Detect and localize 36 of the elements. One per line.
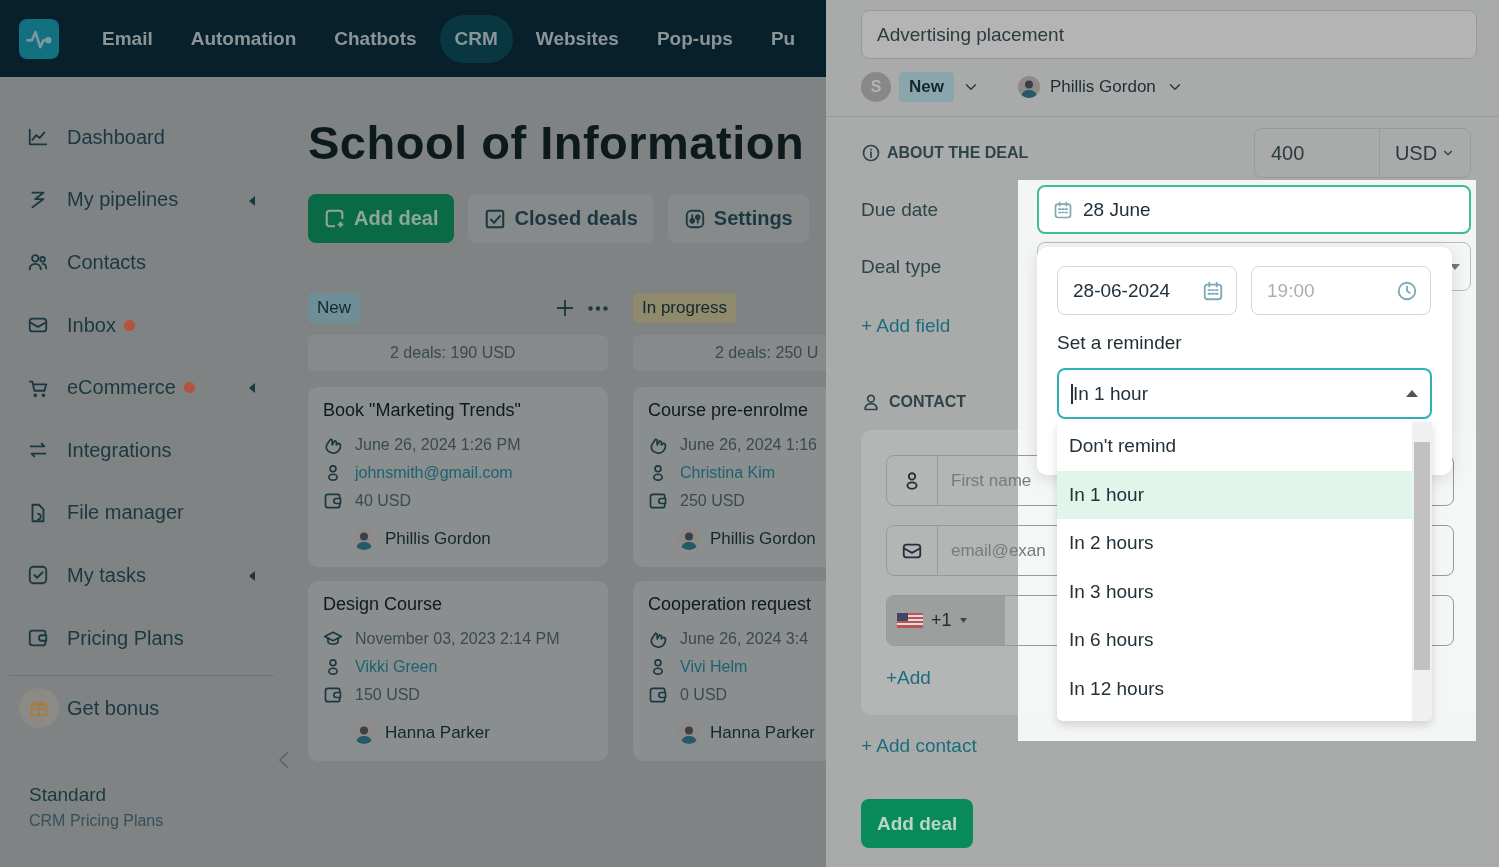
sidebar-label: Contacts (67, 251, 146, 274)
deal-title: Design Course (323, 594, 444, 615)
deal-amount: 250 USD (680, 492, 745, 510)
field-label: Deal type (861, 255, 943, 278)
page-title: School of Information (308, 115, 806, 170)
owner-name: Phillis Gordon (710, 529, 816, 549)
sidebar-label: Inbox (67, 313, 116, 337)
deal-amount: 40 USD (355, 492, 412, 510)
sidebar-label: eCommerce (67, 376, 176, 400)
deal-amount: 150 USD (355, 686, 420, 704)
section-heading: ABOUT THE DEAL (887, 144, 1029, 162)
stage-tag: New (308, 293, 360, 323)
deal-title: Book "Marketing Trends" (323, 400, 522, 421)
column-summary: 2 deals: 190 USD (308, 335, 608, 371)
owner-name: Phillis Gordon (385, 529, 491, 549)
field-label: Due date (861, 198, 940, 221)
reminder-label: Set a reminder (1057, 332, 1183, 354)
deal-date: June 26, 2024 3:4 (680, 630, 809, 648)
sidebar-label: Integrations (67, 438, 172, 462)
deal-date: June 26, 2024 1:16 (680, 436, 817, 454)
owner-name: Hanna Parker (385, 723, 490, 743)
deal-amount: 0 USD (680, 686, 728, 704)
section-heading: CONTACT (889, 393, 967, 411)
sidebar-label: File manager (67, 501, 184, 525)
deal-date: November 03, 2023 2:14 PM (355, 630, 560, 648)
column-summary: 2 deals: 250 U (633, 335, 826, 371)
sidebar-label: My pipelines (67, 188, 179, 212)
sidebar-label: My tasks (67, 563, 146, 587)
stage-tag: In progress (633, 293, 737, 323)
deal-date: June 26, 2024 1:26 PM (355, 436, 521, 454)
deal-title: Cooperation request (648, 594, 813, 615)
sidebar-label: Pricing Plans (67, 626, 184, 650)
owner-name: Hanna Parker (710, 723, 815, 743)
plan-name: Standard (29, 784, 108, 807)
sidebar-label: Dashboard (67, 125, 165, 149)
deal-title: Course pre-enrolme (648, 400, 810, 421)
